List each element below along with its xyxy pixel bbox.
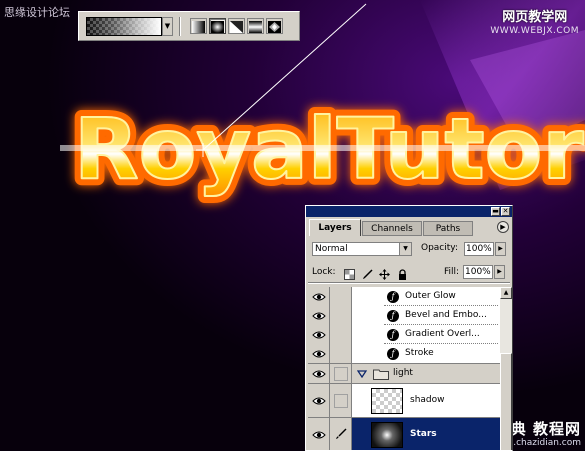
paint-brush-icon: [336, 428, 347, 439]
visibility-toggle[interactable]: [308, 364, 330, 383]
effect-icon: ƒ: [387, 309, 399, 322]
lock-move-icon[interactable]: [379, 265, 390, 280]
eye-icon: [312, 397, 326, 404]
effect-icon: ƒ: [387, 290, 399, 303]
radial-gradient-icon: [211, 21, 224, 33]
layer-name: shadow: [410, 394, 445, 405]
layers-list: ƒ Outer Glow ƒ Bevel and Embo... ƒ Gradi…: [308, 287, 500, 450]
panel-close-button[interactable]: ✕: [501, 207, 510, 216]
layer-row-shadow[interactable]: shadow: [308, 383, 500, 417]
gradient-preview-swatch[interactable]: [86, 17, 162, 36]
effect-row-gradient-overlay[interactable]: ƒ Gradient Overl...: [308, 325, 500, 344]
lock-paint-brush-icon[interactable]: [362, 265, 373, 279]
gradient-picker-dropdown[interactable]: ▼: [162, 17, 173, 36]
layer-thumbnail: [371, 422, 403, 448]
link-column[interactable]: [330, 384, 352, 417]
opacity-slider-button[interactable]: ▶: [495, 242, 506, 256]
reflected-gradient-button[interactable]: [247, 18, 264, 34]
watermark-top-right-sub: WWW.WEBJX.COM: [490, 26, 579, 36]
link-column: [330, 287, 352, 306]
layers-scrollbar[interactable]: ▲: [500, 287, 512, 450]
effect-name: Outer Glow: [405, 290, 456, 301]
effect-row-stroke[interactable]: ƒ Stroke: [308, 344, 500, 363]
options-divider: [179, 17, 181, 36]
eye-icon: [312, 431, 326, 439]
eye-icon: [312, 331, 326, 338]
blend-mode-select[interactable]: Normal ▼: [312, 242, 412, 256]
layer-row-stars[interactable]: Stars: [308, 417, 500, 450]
lock-label: Lock:: [312, 267, 336, 277]
tab-paths[interactable]: Paths: [423, 221, 473, 236]
tab-channels[interactable]: Channels: [362, 221, 422, 236]
chevron-down-icon[interactable]: ▼: [399, 243, 411, 255]
effect-icon: ƒ: [387, 347, 399, 360]
scroll-up-arrow[interactable]: ▲: [500, 287, 512, 299]
eye-icon: [312, 312, 326, 319]
panel-divider: [308, 282, 510, 284]
visibility-toggle[interactable]: [308, 287, 330, 306]
opacity-label: Opacity:: [421, 243, 458, 253]
linear-gradient-icon: [192, 21, 205, 33]
effect-row-bevel[interactable]: ƒ Bevel and Embo...: [308, 306, 500, 325]
panel-minimize-button[interactable]: ▬: [491, 207, 500, 216]
blend-row: Normal ▼ Opacity: 100% ▶: [312, 240, 506, 258]
reflected-gradient-icon: [249, 21, 262, 33]
diamond-gradient-icon: [268, 21, 281, 33]
expand-triangle-icon: [357, 370, 367, 378]
layer-thumbnail: [371, 387, 403, 414]
opacity-input[interactable]: 100%: [464, 242, 494, 256]
watermark-top-right: 网页教学网 WWW.WEBJX.COM: [490, 6, 579, 36]
scroll-thumb[interactable]: [500, 353, 512, 450]
visibility-toggle[interactable]: [308, 306, 330, 325]
fill-label: Fill:: [444, 267, 460, 277]
watermark-top-right-main: 网页教学网: [502, 10, 568, 25]
effect-name: Stroke: [405, 347, 434, 358]
linear-gradient-button[interactable]: [190, 18, 207, 34]
link-column: [330, 344, 352, 363]
fill-slider-button[interactable]: ▶: [494, 265, 505, 279]
shine-band: [60, 145, 585, 151]
visibility-toggle[interactable]: [308, 325, 330, 344]
effect-name: Gradient Overl...: [405, 328, 480, 339]
watermark-top-left: 思缘设计论坛: [4, 6, 70, 19]
folder-icon: [373, 369, 389, 380]
panel-menu-button[interactable]: ▶: [497, 221, 509, 233]
angle-gradient-icon: [230, 21, 243, 33]
effect-name: Bevel and Embo...: [405, 309, 487, 320]
panel-tabs: Layers Channels Paths: [306, 219, 512, 236]
link-column[interactable]: [330, 364, 352, 383]
fill-input[interactable]: 100%: [463, 265, 493, 279]
effect-icon: ƒ: [387, 328, 399, 341]
lock-transparency-icon[interactable]: [344, 265, 355, 280]
link-column: [330, 306, 352, 325]
panel-titlebar[interactable]: ▬ ✕: [306, 206, 512, 217]
blend-mode-value: Normal: [315, 244, 348, 254]
eye-icon: [312, 350, 326, 357]
effect-row-outer-glow[interactable]: ƒ Outer Glow: [308, 287, 500, 306]
group-name: light: [393, 368, 413, 378]
diamond-gradient-button[interactable]: [266, 18, 283, 34]
lock-all-icon[interactable]: [397, 265, 408, 280]
tab-layers[interactable]: Layers: [309, 219, 361, 236]
visibility-toggle[interactable]: [308, 418, 330, 450]
layer-name: Stars: [410, 429, 437, 439]
angle-gradient-button[interactable]: [228, 18, 245, 34]
eye-icon: [312, 370, 326, 377]
visibility-toggle[interactable]: [308, 344, 330, 363]
radial-gradient-button[interactable]: [209, 18, 226, 34]
link-column: [330, 325, 352, 344]
visibility-toggle[interactable]: [308, 384, 330, 417]
layer-group-light[interactable]: light: [308, 363, 500, 383]
eye-icon: [312, 293, 326, 300]
gradient-options-bar: ▼: [78, 11, 300, 41]
link-column[interactable]: [330, 418, 352, 450]
layers-panel: ▬ ✕ Layers Channels Paths ▶ Normal ▼ Opa…: [305, 205, 513, 451]
